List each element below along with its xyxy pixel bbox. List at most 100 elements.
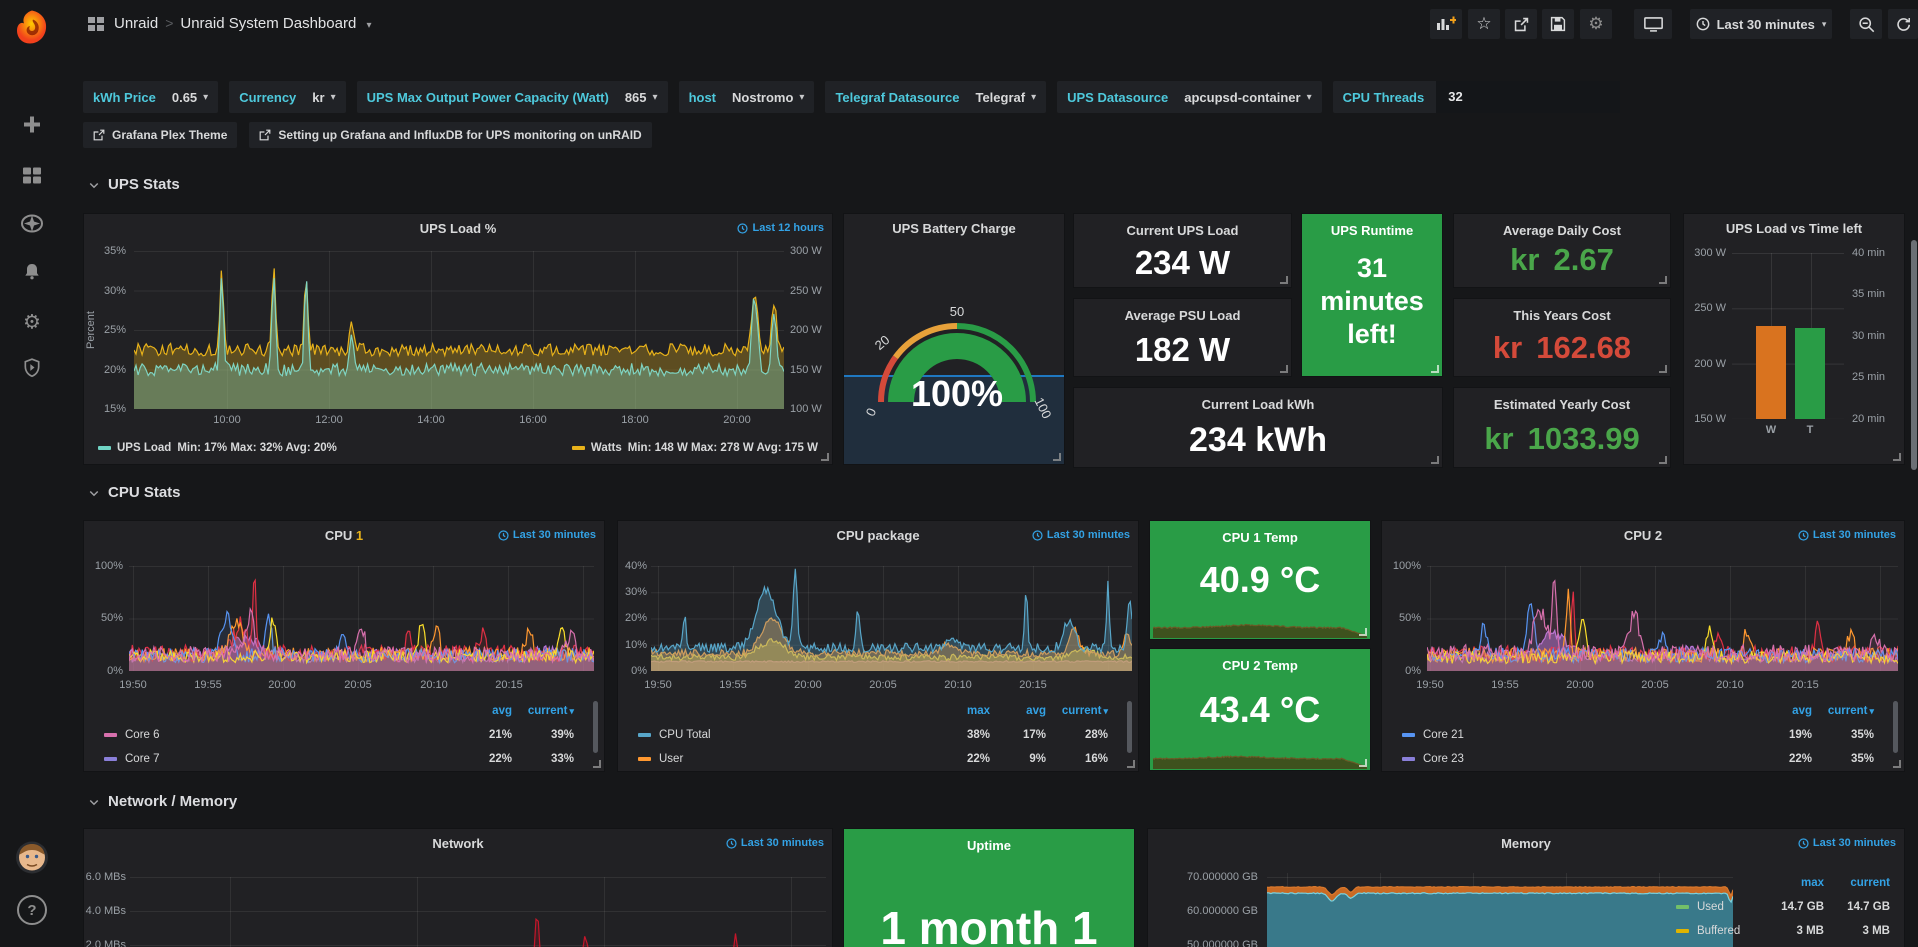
stat-title[interactable]: Uptime (844, 838, 1134, 853)
help-icon[interactable]: ? (17, 895, 47, 925)
clock-icon (1798, 838, 1809, 849)
caret-down-icon[interactable]: ▾ (201, 92, 214, 103)
gauge-value: 100% (911, 373, 1003, 414)
y2-tick: 100 W (790, 403, 822, 415)
panel-time-range-link[interactable]: Last 12 hours (737, 222, 824, 234)
legend-col-current[interactable]: current (1824, 877, 1890, 889)
star-icon[interactable]: ☆ (1468, 9, 1500, 39)
legend-series[interactable]: Buffered (1676, 925, 1760, 937)
panel-title[interactable]: Network (84, 836, 832, 851)
zoom-out-icon[interactable] (1850, 9, 1882, 39)
panel-time-range-link[interactable]: Last 30 minutes (498, 529, 596, 541)
legend-value: 38% (928, 729, 990, 741)
legend-series[interactable]: Core 23 (1402, 753, 1756, 765)
time-link-label: Last 30 minutes (513, 529, 596, 541)
stat-title[interactable]: UPS Runtime (1302, 223, 1442, 238)
create-plus-icon[interactable] (22, 115, 42, 140)
page-title[interactable]: Unraid System Dashboard (180, 15, 356, 32)
section-cpu-stats[interactable]: CPU Stats (88, 484, 181, 501)
panel-title[interactable]: Memory (1148, 836, 1904, 851)
variable-label: host (689, 90, 728, 105)
dashboards-icon[interactable] (22, 166, 42, 191)
cpu2-legend: avg current▾ Core 21 19% 35% Core 23 22%… (1402, 699, 1874, 771)
legend-scrollbar[interactable] (1127, 701, 1132, 753)
user-avatar[interactable] (15, 841, 49, 880)
caret-down-icon[interactable]: ▾ (797, 92, 810, 103)
time-range-picker[interactable]: Last 30 minutes ▾ (1690, 9, 1832, 39)
y2-tick: 20 min (1852, 413, 1885, 425)
panel-time-range-link[interactable]: Last 30 minutes (1032, 529, 1130, 541)
legend-col-current[interactable]: current▾ (1812, 705, 1874, 717)
share-icon[interactable] (1505, 9, 1537, 39)
caret-down-icon[interactable]: ▾ (1029, 92, 1042, 103)
stat-title[interactable]: This Years Cost (1454, 308, 1670, 323)
link-ups-monitoring-guide[interactable]: Setting up Grafana and InfluxDB for UPS … (249, 122, 651, 148)
cpu-threads-input[interactable]: 32 (1436, 81, 1620, 113)
tv-kiosk-icon[interactable] (1634, 9, 1672, 39)
legend-col-avg[interactable]: avg (1756, 705, 1812, 717)
panel-title[interactable]: UPS Load % (84, 221, 832, 236)
variable-value[interactable]: kr (308, 90, 328, 105)
legend-series[interactable]: Core 7 (104, 753, 456, 765)
stat-title[interactable]: Average Daily Cost (1454, 223, 1670, 238)
variable-value[interactable]: 865 (621, 90, 651, 105)
legend-col-current[interactable]: current▾ (512, 705, 574, 717)
legend-scrollbar[interactable] (1893, 701, 1898, 753)
variable-value[interactable]: Telegraf (971, 90, 1029, 105)
refresh-icon[interactable] (1888, 9, 1918, 39)
legend-series[interactable]: CPU Total (638, 729, 928, 741)
legend-series-name[interactable]: Watts (591, 442, 622, 454)
legend-col-avg[interactable]: avg (456, 705, 512, 717)
stat-title[interactable]: Current Load kWh (1074, 397, 1442, 412)
settings-gear-icon[interactable]: ⚙ (1580, 9, 1612, 39)
section-ups-stats[interactable]: UPS Stats (88, 176, 180, 193)
legend-col-avg[interactable]: avg (990, 705, 1046, 717)
page-scrollbar[interactable] (1911, 240, 1917, 470)
legend-series[interactable]: Core 6 (104, 729, 456, 741)
stat-title[interactable]: CPU 2 Temp (1150, 658, 1370, 673)
legend-col-max[interactable]: max (928, 705, 990, 717)
panel-time-range-link[interactable]: Last 30 minutes (1798, 837, 1896, 849)
stat-title[interactable]: Average PSU Load (1074, 308, 1291, 323)
bar-watts[interactable] (1756, 326, 1786, 419)
alerting-bell-icon[interactable] (22, 262, 42, 287)
grafana-logo-icon[interactable] (12, 8, 52, 53)
panel-time-range-link[interactable]: Last 30 minutes (726, 837, 824, 849)
caret-down-icon[interactable]: ▾ (651, 92, 664, 103)
breadcrumb-root[interactable]: Unraid (114, 15, 158, 32)
legend-scrollbar[interactable] (593, 701, 598, 753)
legend-col-max[interactable]: max (1760, 877, 1824, 889)
explore-compass-icon[interactable] (21, 213, 43, 240)
section-network-memory[interactable]: Network / Memory (88, 793, 237, 810)
chevron-down-icon (88, 179, 100, 191)
legend-watts: Watts Min: 148 W Max: 278 W Avg: 175 W (572, 442, 818, 454)
legend-series-name[interactable]: UPS Load (117, 442, 171, 454)
link-grafana-plex-theme[interactable]: Grafana Plex Theme (83, 122, 237, 148)
caret-down-icon[interactable]: ▾ (1305, 92, 1318, 103)
legend-series[interactable]: User (638, 753, 928, 765)
clock-icon (726, 838, 737, 849)
variable-value[interactable]: apcupsd-container (1180, 90, 1304, 105)
legend-series[interactable]: Used (1676, 901, 1760, 913)
stat-title[interactable]: Estimated Yearly Cost (1454, 397, 1670, 412)
x-tick: 19:50 (644, 679, 672, 691)
panel-title[interactable]: UPS Load vs Time left (1684, 221, 1904, 236)
stat-title[interactable]: Current UPS Load (1074, 223, 1291, 238)
apps-grid-icon[interactable] (88, 16, 104, 37)
legend-series[interactable]: Core 21 (1402, 729, 1756, 741)
panel-time-range-link[interactable]: Last 30 minutes (1798, 529, 1896, 541)
server-admin-shield-icon[interactable] (22, 358, 42, 383)
x-tick: 20:10 (944, 679, 972, 691)
bar-time-left[interactable] (1795, 328, 1825, 419)
variable-value[interactable]: 0.65 (168, 90, 201, 105)
variable-value[interactable]: Nostromo (728, 90, 797, 105)
bar-plot[interactable] (1732, 253, 1844, 419)
legend-col-current[interactable]: current▾ (1046, 705, 1108, 717)
save-icon[interactable] (1542, 9, 1574, 39)
panel-average-daily-cost: Average Daily Cost kr 2.67 (1453, 213, 1671, 288)
dashboard-caret-icon[interactable]: ▾ (360, 20, 371, 31)
stat-title[interactable]: CPU 1 Temp (1150, 530, 1370, 545)
configuration-gear-icon[interactable]: ⚙ (23, 310, 41, 335)
caret-down-icon[interactable]: ▾ (329, 92, 342, 103)
add-panel-button[interactable] (1430, 9, 1462, 39)
